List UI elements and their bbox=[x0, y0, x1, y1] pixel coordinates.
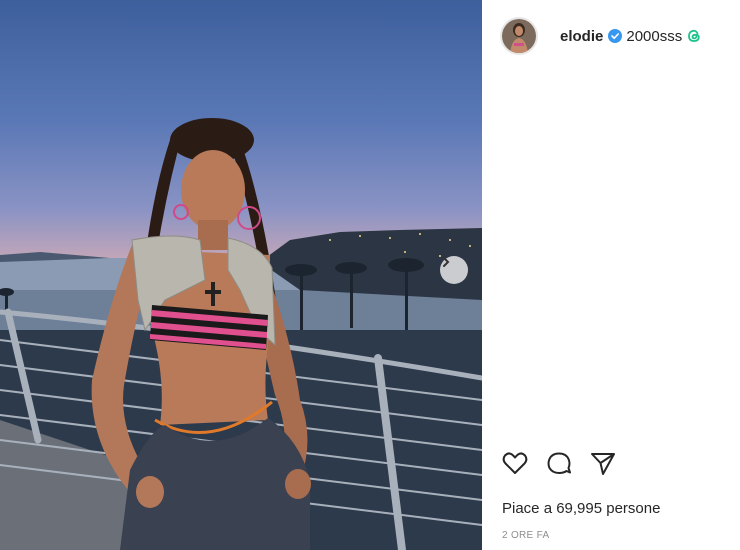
comment-icon bbox=[547, 452, 571, 474]
song-name[interactable]: 2000sss bbox=[626, 28, 682, 45]
share-button[interactable] bbox=[588, 448, 618, 478]
post-sidebar: elodie 2000sss Piace a 69,995 persone 2 … bbox=[482, 0, 740, 550]
next-photo-button[interactable] bbox=[440, 256, 468, 284]
post-timestamp: 2 ORE FA bbox=[502, 530, 550, 541]
likes-count[interactable]: Piace a 69,995 persone bbox=[502, 500, 660, 517]
post-header: elodie 2000sss bbox=[500, 14, 702, 58]
person bbox=[91, 118, 311, 550]
paper-plane-icon bbox=[591, 453, 615, 475]
username[interactable]: elodie bbox=[560, 28, 603, 45]
verified-badge-icon bbox=[608, 29, 623, 43]
photo-scene bbox=[0, 118, 482, 550]
post-photo[interactable] bbox=[0, 0, 482, 550]
post-actions bbox=[500, 448, 618, 478]
avatar[interactable] bbox=[500, 17, 538, 55]
threads-icon[interactable] bbox=[686, 28, 702, 44]
like-button[interactable] bbox=[500, 448, 530, 478]
comment-button[interactable] bbox=[544, 448, 574, 478]
chevron-right-icon bbox=[443, 257, 450, 267]
heart-icon bbox=[502, 452, 528, 474]
